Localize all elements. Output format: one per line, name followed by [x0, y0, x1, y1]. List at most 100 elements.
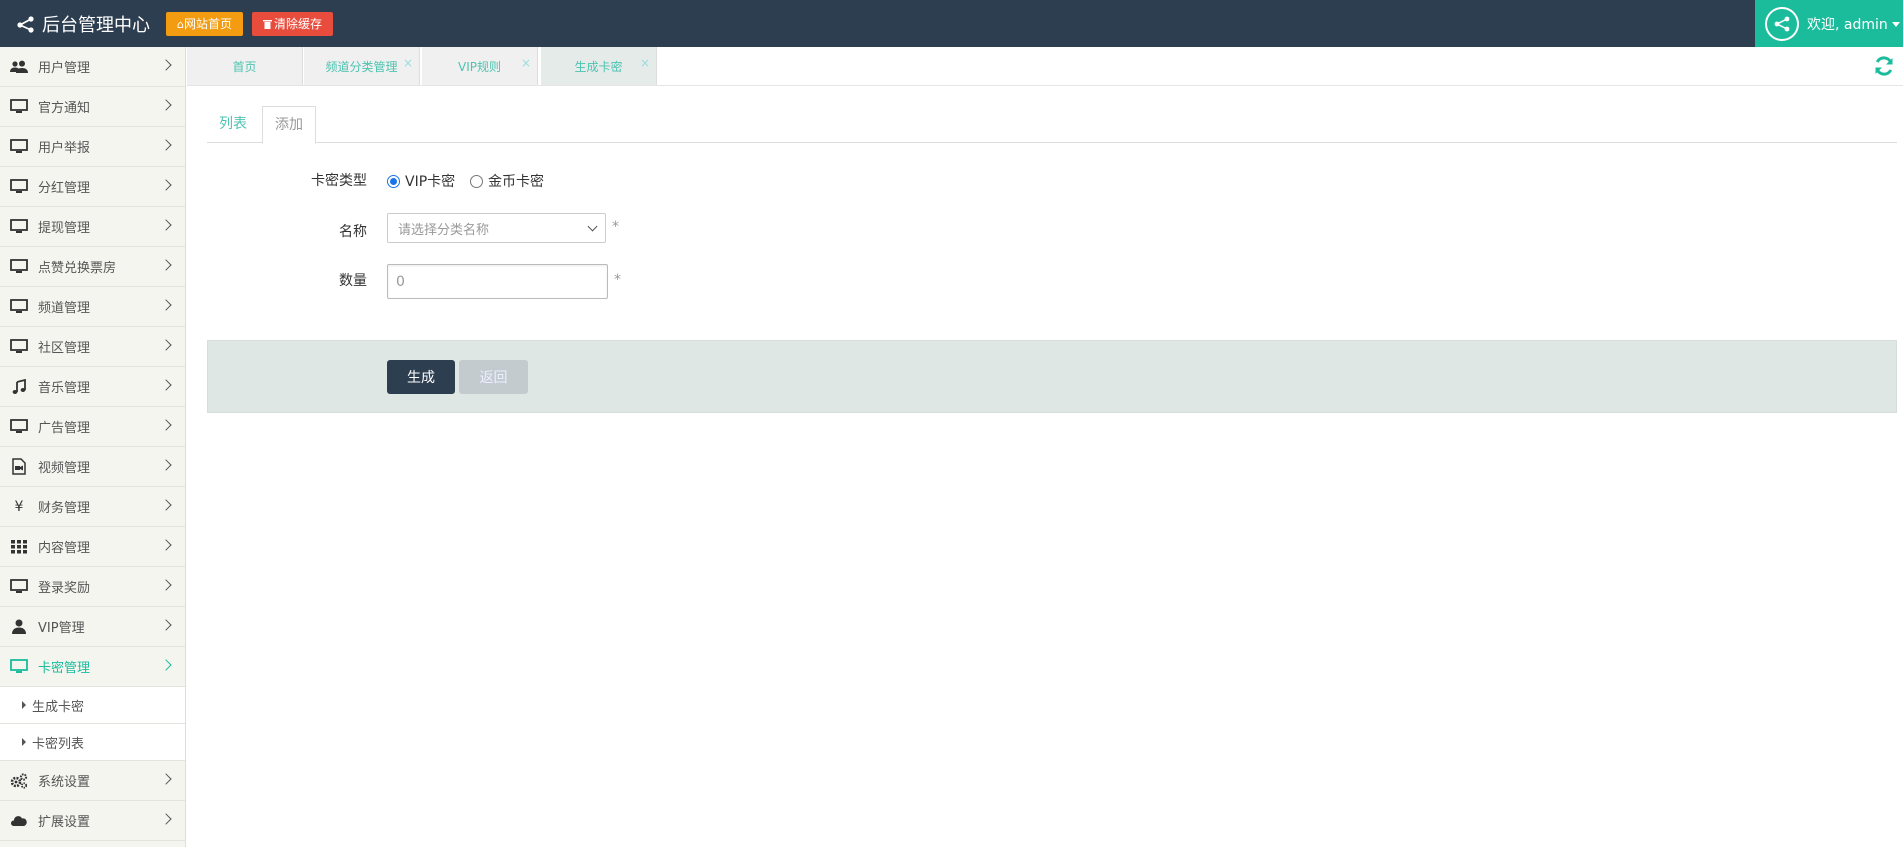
quantity-value: 0	[396, 273, 405, 290]
sidebar-item-label: 社区管理	[38, 341, 91, 356]
name-label: 名称	[339, 224, 367, 240]
sidebar-item-extension-settings[interactable]: 扩展设置	[0, 801, 185, 841]
card-type-label: 卡密类型	[311, 173, 367, 189]
tab-generate-card[interactable]: 生成卡密 ×	[541, 47, 657, 85]
monitor-icon	[9, 97, 29, 117]
sidebar-item-content[interactable]: 内容管理	[0, 527, 185, 567]
avatar	[1765, 6, 1799, 41]
chevron-right-icon	[160, 659, 172, 671]
sidebar-item-user-report[interactable]: 用户举报	[0, 127, 185, 167]
chevron-right-icon	[160, 539, 172, 551]
sidebar-item-label: 广告管理	[38, 421, 91, 436]
tab-label: 频道分类管理	[325, 59, 398, 74]
chevron-right-icon	[160, 379, 172, 391]
website-home-button[interactable]: ⌂网站首页	[166, 12, 243, 36]
music-icon	[9, 377, 29, 397]
form-row-quantity: 数量 0 *	[207, 264, 1107, 299]
tab-channel-category[interactable]: 频道分类管理 ×	[304, 47, 420, 85]
chevron-right-icon	[160, 813, 172, 825]
sidebar-item-system-settings[interactable]: 系统设置	[0, 761, 185, 801]
sidebar-item-finance[interactable]: ¥ 财务管理	[0, 487, 185, 527]
tab-vip-rules[interactable]: VIP规则 ×	[422, 47, 538, 85]
share-icon	[17, 15, 34, 33]
monitor-icon	[9, 217, 29, 237]
sidebar-item-ads[interactable]: 广告管理	[0, 407, 185, 447]
radio-gold-card[interactable]: 金币卡密	[470, 171, 544, 191]
radio-vip-card[interactable]: VIP卡密	[387, 171, 455, 191]
monitor-icon	[9, 337, 29, 357]
users-icon	[9, 57, 29, 77]
monitor-icon	[9, 257, 29, 277]
user-menu[interactable]: 欢迎, admin	[1755, 0, 1903, 47]
tab-home[interactable]: 首页	[187, 47, 303, 85]
monitor-icon	[9, 297, 29, 317]
caret-right-icon	[22, 738, 26, 746]
sidebar-item-official-notice[interactable]: 官方通知	[0, 87, 185, 127]
radio-label: 金币卡密	[488, 174, 544, 190]
sidebar-item-card-code[interactable]: 卡密管理	[0, 647, 185, 687]
name-select-placeholder: 请选择分类名称	[398, 222, 490, 238]
back-button[interactable]: 返回	[459, 360, 528, 394]
chevron-right-icon	[160, 579, 172, 591]
monitor-icon	[9, 657, 29, 677]
tab-label: 生成卡密	[574, 59, 623, 74]
welcome-text: 欢迎, admin	[1807, 16, 1888, 33]
radio-checked-icon	[387, 174, 400, 188]
chevron-right-icon	[160, 259, 172, 271]
sidebar-item-channel[interactable]: 频道管理	[0, 287, 185, 327]
generate-button[interactable]: 生成	[387, 360, 455, 394]
trash-icon	[263, 20, 272, 29]
brand[interactable]: 后台管理中心	[16, 0, 150, 47]
chevron-right-icon	[160, 459, 172, 471]
sidebar-item-label: 频道管理	[38, 301, 91, 316]
sidebar-item-like-exchange[interactable]: 点赞兑换票房	[0, 247, 185, 287]
clear-cache-button[interactable]: 清除缓存	[252, 12, 334, 36]
name-select[interactable]: 请选择分类名称	[387, 213, 606, 243]
sidebar-item-label: 用户举报	[38, 141, 91, 156]
sidebar-item-music[interactable]: 音乐管理	[0, 367, 185, 407]
brand-title: 后台管理中心	[42, 14, 150, 36]
sidebar-item-user-management[interactable]: 用户管理	[0, 47, 185, 87]
required-mark: *	[614, 272, 621, 288]
close-icon[interactable]: ×	[403, 56, 413, 70]
form-row-card-type: 卡密类型 VIP卡密 金币卡密	[207, 162, 1107, 196]
tab-add[interactable]: 添加	[262, 106, 316, 144]
tab-label: 首页	[232, 59, 257, 74]
caret-right-icon	[22, 701, 26, 709]
top-bar: 后台管理中心 ⌂网站首页 清除缓存 欢迎, admin	[0, 0, 1903, 47]
home-icon: ⌂	[177, 18, 184, 31]
user-icon	[9, 617, 29, 637]
sidebar-item-label: 用户管理	[38, 61, 91, 76]
sidebar-item-withdraw[interactable]: 提现管理	[0, 207, 185, 247]
chevron-right-icon	[160, 299, 172, 311]
tab-list[interactable]: 列表	[207, 106, 259, 143]
refresh-icon[interactable]	[1873, 55, 1895, 81]
sidebar-item-label: 登录奖励	[38, 581, 91, 596]
quantity-label: 数量	[339, 273, 367, 289]
grid-icon	[9, 537, 29, 557]
sidebar-item-vip[interactable]: VIP管理	[0, 607, 185, 647]
close-icon[interactable]: ×	[640, 56, 650, 70]
gears-icon	[9, 771, 29, 791]
close-icon[interactable]: ×	[521, 56, 531, 70]
sidebar-subitem-card-list[interactable]: 卡密列表	[0, 724, 185, 761]
sidebar-item-video[interactable]: 视频管理	[0, 447, 185, 487]
sidebar-item-dividend[interactable]: 分红管理	[0, 167, 185, 207]
sidebar-subitem-generate-card[interactable]: 生成卡密	[0, 687, 185, 724]
monitor-icon	[9, 577, 29, 597]
sidebar-item-community[interactable]: 社区管理	[0, 327, 185, 367]
sidebar-item-label: VIP管理	[38, 621, 85, 636]
monitor-icon	[9, 177, 29, 197]
sidebar: 用户管理 官方通知 用户举报 分红管理 提现管理 点赞兑换票房 频道管理 社区管…	[0, 47, 186, 847]
yen-icon: ¥	[14, 498, 24, 515]
chevron-right-icon	[160, 419, 172, 431]
sidebar-item-label: 财务管理	[38, 501, 91, 516]
quantity-input[interactable]: 0	[387, 264, 608, 299]
chevron-right-icon	[160, 99, 172, 111]
tab-list-label: 列表	[219, 116, 247, 132]
chevron-right-icon	[160, 219, 172, 231]
sidebar-item-login-reward[interactable]: 登录奖励	[0, 567, 185, 607]
sidebar-item-label: 卡密管理	[38, 661, 91, 676]
sidebar-item-label: 点赞兑换票房	[38, 261, 117, 276]
caret-down-icon	[1891, 22, 1900, 27]
